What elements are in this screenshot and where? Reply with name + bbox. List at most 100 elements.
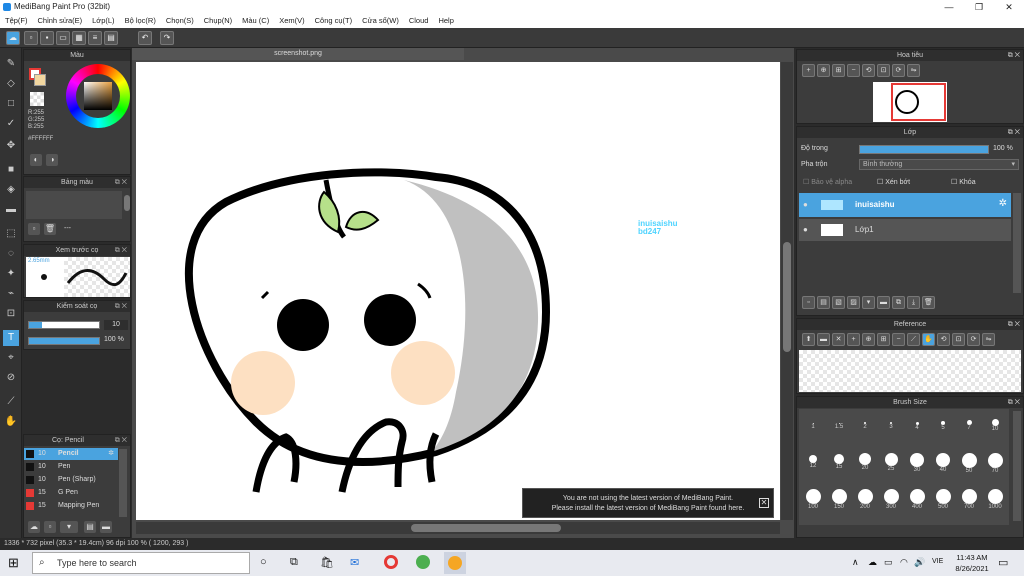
reference-folder-icon[interactable]: ▬ [817, 333, 830, 346]
transparent-color-swatch[interactable] [30, 92, 44, 106]
merge-layer-icon[interactable]: ⤓ [907, 296, 920, 309]
grid-icon[interactable]: ▦ [72, 31, 86, 45]
brush-settings-gear-icon[interactable]: ✲ [108, 448, 114, 460]
layer-name[interactable]: Lớp1 [855, 225, 874, 234]
palette-scrollbar[interactable] [124, 195, 130, 211]
new-halftone-layer-icon[interactable]: ▤ [817, 296, 830, 309]
brush-size-cell[interactable]: 70 [983, 453, 1007, 475]
reference-close-icon[interactable]: ✕ [832, 333, 845, 346]
volume-icon[interactable]: 🔊 [914, 557, 925, 568]
comment-icon[interactable]: ▪ [40, 31, 54, 45]
brush-folder-icon[interactable]: ▬ [100, 521, 112, 533]
panel-options-icon[interactable]: ⧉ ✕ [1008, 50, 1020, 61]
layer-row-lop1[interactable]: ● Lớp1 [799, 219, 1011, 241]
palette-icon[interactable]: ◐ [30, 154, 42, 166]
maximize-button[interactable]: ❐ [964, 0, 994, 14]
new-layer-icon[interactable]: ▫ [802, 296, 815, 309]
select-tool-icon[interactable]: ⬚ [3, 226, 19, 242]
cloud-brush-icon[interactable]: ☁ [28, 521, 40, 533]
brush-settings-icon[interactable]: ▤ [84, 521, 96, 533]
task-view-icon[interactable]: ⧉ [290, 556, 298, 569]
brush-size-scrollbar[interactable] [1013, 411, 1021, 521]
layer-scrollbar[interactable] [1013, 193, 1021, 293]
app-icon-green[interactable] [416, 555, 430, 569]
zoom-out-icon[interactable]: − [847, 64, 860, 77]
zoom-in-icon[interactable]: + [802, 64, 815, 77]
panel-options-icon[interactable]: ⧉ ✕ [115, 301, 127, 312]
new-file-icon[interactable]: ▫ [24, 31, 38, 45]
add-color-icon[interactable]: ▫ [28, 223, 40, 235]
reference-add-icon[interactable]: + [847, 333, 860, 346]
menu-view[interactable]: Xem(V) [274, 14, 309, 25]
brush-item-mapping-pen[interactable]: 15 Mapping Pen [24, 500, 118, 512]
notification-icon[interactable]: ▭ [998, 556, 1008, 569]
brush-size-cell[interactable]: 300 [879, 489, 903, 511]
reference-open-icon[interactable]: ⬆ [802, 333, 815, 346]
visibility-eye-icon[interactable]: ● [803, 200, 808, 209]
divide-tool-icon[interactable]: ⊡ [3, 306, 19, 322]
brush-size-cell[interactable]: 12 [801, 453, 825, 475]
undo-icon[interactable]: ↶ [138, 31, 152, 45]
protect-alpha-checkbox[interactable]: ☐ Bảo vệ alpha [803, 178, 852, 186]
opera-icon[interactable] [384, 555, 398, 569]
clipping-checkbox[interactable]: ☐ Xén bớt [877, 178, 910, 186]
taskbar-search[interactable]: ⌕ Type here to search [32, 552, 250, 574]
menu-select[interactable]: Chọn(S) [161, 14, 199, 25]
clock[interactable]: 11:43 AM 8/26/2021 [952, 552, 992, 574]
drawing-canvas[interactable]: inuisaishu bd247 [136, 62, 780, 520]
mail-icon[interactable]: ✉ [350, 556, 359, 569]
flip-icon[interactable]: ⇋ [907, 64, 920, 77]
cortana-icon[interactable]: ○ [260, 556, 267, 568]
document-tab[interactable]: screenshot.png [132, 48, 464, 60]
brush-size-cell[interactable]: 7 [957, 417, 981, 439]
dot-tool-icon[interactable]: □ [3, 96, 19, 112]
store-icon[interactable]: 🛍 [320, 556, 334, 569]
brush-size-cell[interactable]: 1000 [983, 489, 1007, 511]
hand-tool-icon[interactable]: ✋ [3, 414, 19, 430]
brush-size-cell[interactable]: 3 [879, 417, 903, 439]
fit-icon[interactable]: ⊞ [832, 64, 845, 77]
reference-fit-icon[interactable]: ⊞ [877, 333, 890, 346]
text-tool-icon[interactable]: T [3, 330, 19, 346]
brush-size-cell[interactable]: 1.5 [827, 417, 851, 439]
reference-rotate-right-icon[interactable]: ⟳ [967, 333, 980, 346]
menu-window[interactable]: Cửa sổ(W) [357, 14, 404, 25]
panel-options-icon[interactable]: ⧉ ✕ [115, 177, 127, 188]
duplicate-layer-icon[interactable]: ⧉ [892, 296, 905, 309]
zoom-in-alt-icon[interactable]: ⊕ [817, 64, 830, 77]
opacity-slider[interactable] [28, 337, 100, 345]
reference-view[interactable] [799, 350, 1021, 392]
menu-tools[interactable]: Công cụ(T) [310, 14, 358, 25]
brush-size-slider[interactable] [28, 321, 100, 329]
layer-opacity-slider[interactable] [859, 145, 989, 154]
add-layer-menu-icon[interactable]: ▾ [862, 296, 875, 309]
brush-size-cell[interactable]: 700 [957, 489, 981, 511]
brush-size-cell[interactable]: 150 [827, 489, 851, 511]
bucket-tool-icon[interactable]: ◈ [3, 182, 19, 198]
select-brush-icon[interactable]: ⌁ [3, 286, 19, 302]
layer-settings-gear-icon[interactable]: ✲ [999, 198, 1007, 209]
operation-tool-icon[interactable]: ⌖ [3, 350, 19, 366]
reference-rotate-left-icon[interactable]: ⟲ [937, 333, 950, 346]
gradient-tool-icon[interactable]: ▬ [3, 202, 19, 218]
reference-reset-icon[interactable]: ⊡ [952, 333, 965, 346]
list-icon[interactable]: ≡ [88, 31, 102, 45]
language-indicator[interactable]: VIE [932, 558, 943, 565]
battery-icon[interactable]: ▭ [884, 557, 893, 568]
rotate-right-icon[interactable]: ⟳ [892, 64, 905, 77]
windows-start-icon[interactable]: ⊞ [8, 556, 22, 570]
eraser-tool-icon[interactable]: ◇ [3, 76, 19, 92]
move-tool-icon[interactable]: ✥ [3, 138, 19, 154]
reference-zoom-out-icon[interactable]: − [892, 333, 905, 346]
canvas-horizontal-scrollbar[interactable] [136, 522, 780, 534]
panel-options-icon[interactable]: ⧉ ✕ [115, 245, 127, 256]
brush-item-pen-sharp[interactable]: 10 Pen (Sharp) [24, 474, 118, 486]
lock-checkbox[interactable]: ☐ Khóa [951, 178, 976, 186]
folder-layer-icon[interactable]: ▬ [877, 296, 890, 309]
brush-size-value[interactable]: 10 [104, 320, 128, 330]
window-icon[interactable]: ▭ [56, 31, 70, 45]
mix-icon[interactable]: ◑ [46, 154, 58, 166]
delete-layer-icon[interactable]: 🗑 [922, 296, 935, 309]
brush-size-cell[interactable]: 10 [983, 417, 1007, 439]
reference-zoom-in-icon[interactable]: ⊕ [862, 333, 875, 346]
